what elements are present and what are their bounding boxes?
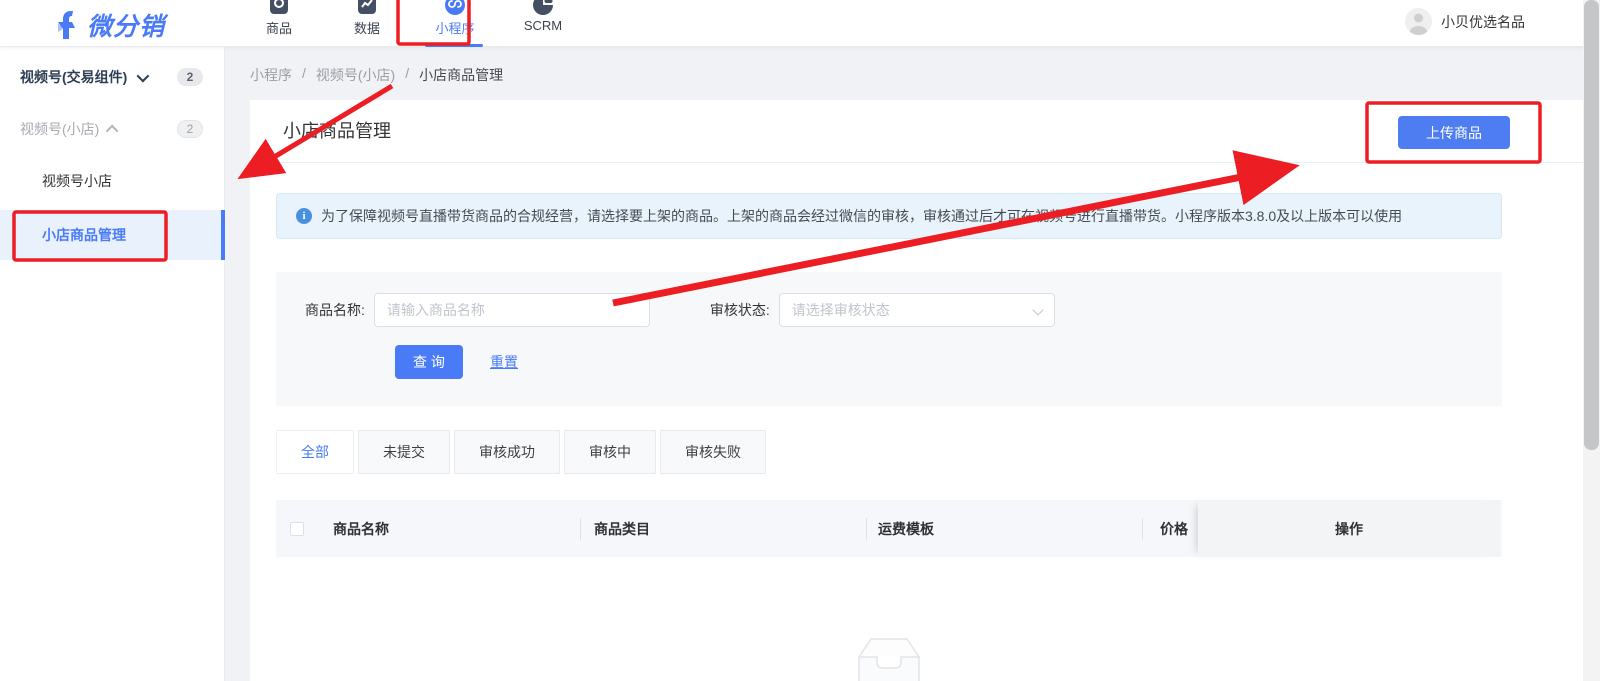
data-chart-icon	[358, 0, 376, 14]
miniprogram-icon	[445, 0, 465, 15]
breadcrumb-separator: /	[405, 65, 410, 81]
tab-audit-success[interactable]: 审核成功	[454, 430, 560, 474]
user-avatar-icon	[1405, 8, 1432, 35]
tab-all[interactable]: 全部	[276, 430, 354, 474]
table-header-row: 商品名称 商品类目 运费模板 价格 操作	[276, 500, 1502, 557]
sidebar-item-label: 小店商品管理	[42, 227, 126, 243]
breadcrumb-item[interactable]: 视频号(小店)	[316, 65, 395, 85]
main-area: 小程序 / 视频号(小店) / 小店商品管理 小店商品管理 上传商品 i 为了保…	[225, 47, 1600, 681]
user-name: 小贝优选名品	[1441, 13, 1525, 30]
nav-tabs: 商品 数据 小程序 SCRM	[235, 0, 587, 47]
info-icon: i	[296, 208, 312, 224]
brand-logo-icon	[58, 11, 75, 39]
sidebar-item-shop-product-management[interactable]: 小店商品管理	[0, 210, 225, 260]
tab-label: 商品	[265, 21, 292, 36]
audit-status-label: 审核状态:	[709, 302, 770, 318]
tab-audit-failed[interactable]: 审核失败	[660, 430, 766, 474]
product-name-label: 商品名称:	[305, 302, 365, 318]
top-navbar: 微分销 商品 数据 小程序 SCRM 小贝优选名品	[0, 0, 1600, 47]
empty-box-icon	[858, 638, 920, 681]
scrm-clock-icon	[533, 0, 553, 15]
select-all-checkbox[interactable]	[290, 521, 304, 536]
count-badge: 2	[177, 120, 203, 138]
brand-logo: 微分销	[55, 7, 165, 43]
sidebar-item-video-shop[interactable]: 视频号小店	[0, 165, 225, 197]
chevron-down-icon	[136, 69, 150, 82]
product-name-input[interactable]	[373, 293, 650, 327]
product-bag-icon	[270, 0, 288, 14]
info-alert: i 为了保障视频号直播带货商品的合规经营，请选择要上架的商品。上架的商品会经过微…	[276, 193, 1502, 239]
active-tab-underline	[425, 44, 483, 47]
column-header-price: 价格	[1142, 500, 1198, 557]
vertical-scrollbar[interactable]	[1583, 0, 1600, 681]
column-header-product-name: 商品名称	[333, 520, 389, 537]
tab-label: 数据	[353, 21, 380, 36]
breadcrumb-separator: /	[302, 65, 306, 81]
info-alert-text: 为了保障视频号直播带货商品的合规经营，请选择要上架的商品。上架的商品会经过微信的…	[321, 208, 1403, 224]
tab-products[interactable]: 商品	[235, 0, 323, 47]
audit-status-select-input[interactable]	[778, 293, 1055, 327]
tab-data[interactable]: 数据	[323, 0, 411, 47]
sidebar-group-video-trade[interactable]: 视频号(交易组件) 2	[0, 61, 225, 93]
sidebar-group-video-shop[interactable]: 视频号(小店) 2	[0, 113, 225, 145]
audit-status-select[interactable]	[778, 293, 1055, 327]
sidebar: 视频号(交易组件) 2 视频号(小店) 2 视频号小店 小店商品管理	[0, 47, 225, 681]
column-header-actions: 操作	[1198, 500, 1500, 557]
tab-label: 小程序	[435, 21, 475, 36]
brand-logo-text: 微分销	[87, 13, 166, 41]
column-header-category: 商品类目	[580, 500, 866, 557]
chevron-up-icon	[106, 124, 119, 137]
breadcrumb-item-current: 小店商品管理	[419, 67, 504, 83]
status-tabs: 全部 未提交 审核成功 审核中 审核失败	[276, 430, 1583, 474]
empty-state	[276, 617, 1502, 681]
search-button[interactable]: 查 询	[395, 345, 463, 379]
tab-label: SCRM	[523, 18, 563, 33]
upload-product-button[interactable]: 上传商品	[1398, 116, 1510, 149]
count-badge: 2	[177, 68, 203, 86]
sidebar-group-label: 视频号(小店)	[20, 121, 100, 137]
scrollbar-thumb[interactable]	[1584, 0, 1599, 450]
reset-link[interactable]: 重置	[490, 352, 518, 372]
page-title: 小店商品管理	[283, 121, 391, 141]
column-header-freight-template: 运费模板	[866, 500, 1142, 557]
tab-not-submitted[interactable]: 未提交	[358, 430, 450, 474]
breadcrumb: 小程序 / 视频号(小店) / 小店商品管理	[250, 65, 503, 85]
user-account[interactable]: 小贝优选名品	[1405, 8, 1525, 35]
sidebar-item-label: 视频号小店	[42, 173, 112, 189]
page-header: 小店商品管理 上传商品	[250, 100, 1583, 163]
tab-scrm[interactable]: SCRM	[499, 0, 587, 47]
filter-panel: 商品名称: 审核状态: 查 询 重置	[276, 272, 1502, 406]
tab-miniprogram[interactable]: 小程序	[411, 0, 499, 47]
content-card: 小店商品管理 上传商品 i 为了保障视频号直播带货商品的合规经营，请选择要上架的…	[250, 100, 1583, 681]
tab-auditing[interactable]: 审核中	[564, 430, 656, 474]
sidebar-group-label: 视频号(交易组件)	[20, 69, 128, 85]
select-all-cell	[276, 500, 318, 557]
breadcrumb-item[interactable]: 小程序	[250, 65, 292, 85]
